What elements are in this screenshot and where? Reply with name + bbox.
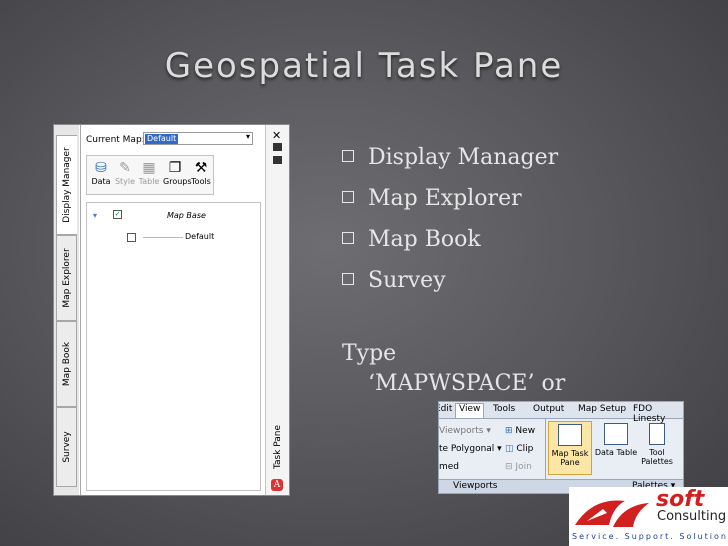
- vertical-tab-strip: Display Manager Map Explorer Map Book Su…: [54, 125, 79, 495]
- wrench-icon: ⚒: [194, 160, 208, 176]
- tab-output[interactable]: Output: [533, 404, 564, 414]
- clip-icon: ◫: [505, 444, 514, 454]
- bullet-list: Display Manager Map Explorer Map Book Su…: [342, 137, 558, 301]
- group-divider: [545, 419, 546, 481]
- table-icon: ▦: [142, 160, 156, 176]
- tab-map-setup[interactable]: Map Setup: [578, 404, 626, 414]
- properties-icon[interactable]: [273, 156, 282, 164]
- type-instruction-line1: Type: [342, 341, 397, 366]
- data-button[interactable]: ⛁ Data: [89, 159, 113, 186]
- list-item: Display Manager: [342, 137, 558, 178]
- join-icon: ⊟: [505, 462, 513, 472]
- clip-button[interactable]: ◫ Clip: [505, 444, 533, 454]
- tool-palettes-button[interactable]: Tool Palettes: [635, 421, 679, 475]
- tab-view[interactable]: View: [455, 403, 485, 418]
- square-bullet-icon: [342, 191, 354, 203]
- logo-subtitle: Consulting: [657, 509, 727, 524]
- data-table-icon: [604, 423, 628, 445]
- default-checkbox[interactable]: [127, 233, 136, 242]
- viewports-group-label: Viewports: [453, 481, 498, 491]
- tab-edit[interactable]: Edit: [439, 404, 452, 414]
- layers-icon: ❐: [168, 160, 182, 176]
- plus-icon: ⊞: [505, 426, 513, 436]
- style-button[interactable]: ✎ Style: [113, 159, 137, 186]
- tool-palettes-icon: [649, 423, 665, 445]
- groups-button[interactable]: ❐ Groups: [163, 159, 192, 186]
- list-item: Map Book: [342, 219, 558, 260]
- ribbon-screenshot: Edit View Tools Output Map Setup FDO Lin…: [438, 401, 684, 494]
- ribbon-tab-bar: Edit View Tools Output Map Setup FDO Lin…: [439, 402, 683, 424]
- tab-survey[interactable]: Survey: [56, 407, 77, 487]
- tools-button[interactable]: ⚒ Tools: [189, 159, 213, 186]
- tree-connector: [143, 237, 183, 238]
- list-item: Map Explorer: [342, 178, 558, 219]
- type-instruction-line2: ‘MAPWSPACE’ or: [368, 371, 566, 396]
- database-icon: ⛁: [95, 160, 107, 176]
- layer-tree: ▾ ✓ Map Base Default: [86, 202, 261, 491]
- tab-map-explorer[interactable]: Map Explorer: [56, 235, 77, 321]
- pane-content: Current Map: Default ▾ ⛁ Data ✎ Style ▦ …: [80, 125, 265, 495]
- map-base-checkbox[interactable]: ✓: [113, 210, 122, 219]
- tree-expand-icon[interactable]: ▾: [93, 211, 97, 220]
- create-polygonal-button[interactable]: te Polygonal ▾: [439, 444, 502, 454]
- tree-root-label: Map Base: [167, 211, 206, 220]
- tree-child-label: Default: [185, 232, 215, 241]
- task-pane-label: Task Pane: [272, 424, 283, 470]
- square-bullet-icon: [342, 150, 354, 162]
- join-button[interactable]: ⊟ Join: [505, 462, 532, 472]
- task-pane-screenshot: Display Manager Map Explorer Map Book Su…: [53, 124, 290, 496]
- task-pane-icon: [558, 424, 582, 446]
- brush-icon: ✎: [119, 160, 131, 176]
- auto-hide-icon[interactable]: [273, 143, 282, 151]
- new-viewport-button[interactable]: ⊞ New: [505, 426, 535, 436]
- company-logo: soft Consulting Service. Support. Soluti…: [569, 487, 728, 546]
- display-manager-toolbar: ⛁ Data ✎ Style ▦ Table ❐ Groups ⚒ Tools: [86, 155, 214, 195]
- viewports-dropdown[interactable]: Viewports ▾: [439, 426, 491, 436]
- tab-map-book[interactable]: Map Book: [56, 321, 77, 407]
- logo-mark-icon: [575, 500, 649, 527]
- current-map-select[interactable]: Default ▾: [143, 132, 253, 145]
- square-bullet-icon: [342, 273, 354, 285]
- current-map-label: Current Map:: [86, 135, 145, 145]
- pane-title-bar: ✕ Task Pane A: [265, 125, 289, 495]
- named-button[interactable]: med: [439, 462, 459, 472]
- tab-display-manager[interactable]: Display Manager: [56, 135, 77, 235]
- current-map-value: Default: [145, 134, 179, 144]
- square-bullet-icon: [342, 232, 354, 244]
- table-button[interactable]: ▦ Table: [137, 159, 161, 186]
- slide-title: Geospatial Task Pane: [164, 46, 564, 86]
- autocad-map-icon: A: [271, 479, 283, 491]
- list-item: Survey: [342, 260, 558, 301]
- map-task-pane-button[interactable]: Map Task Pane: [548, 421, 592, 475]
- data-table-button[interactable]: Data Table: [594, 421, 638, 475]
- tab-tools[interactable]: Tools: [493, 404, 515, 414]
- chevron-down-icon: ▾: [245, 132, 250, 141]
- close-icon[interactable]: ✕: [272, 129, 281, 142]
- logo-tagline: Service. Support. Solutions: [572, 532, 728, 541]
